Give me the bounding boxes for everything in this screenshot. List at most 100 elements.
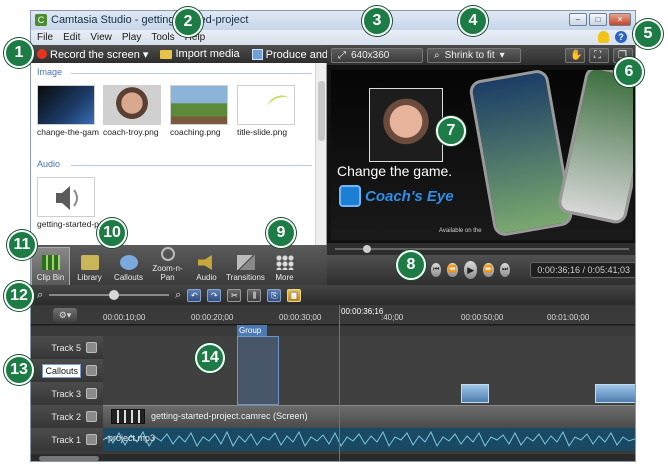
clip-name: change-the-game... [37,127,99,137]
tab-zoom-n-pan[interactable]: Zoom-n-Pan [148,247,187,285]
menu-view[interactable]: View [90,32,112,43]
record-screen-button[interactable]: Record the screen ▾ [31,48,154,61]
track-2: Track 2 getting-started-project.camrec (… [31,405,635,428]
lock-icon[interactable] [86,411,97,422]
import-label: Import media [175,48,240,60]
tab-label: Callouts [114,273,143,282]
group-clip[interactable] [237,336,279,405]
clip-thumbnail [37,85,95,125]
film-strip-icon [111,409,145,424]
scrollbar-thumb[interactable] [39,456,99,461]
preview-scrubber[interactable] [327,243,635,255]
scrub-handle[interactable] [363,245,371,253]
track-body[interactable] [103,359,635,382]
tab-callouts[interactable]: Callouts [109,247,148,285]
dimensions-dropdown[interactable]: ⤢ 640x360 [331,47,423,63]
callout-badge: 7 [436,116,466,146]
lock-icon[interactable] [86,342,97,353]
track-label[interactable]: Track 2 [31,405,103,428]
zoom-in-icon[interactable]: ⌕ [175,289,181,302]
undo-button[interactable]: ↶ [187,288,202,302]
record-icon [37,49,47,59]
timeline-tracks: Track 5 Callouts Track 3 Track 2 getting… [31,325,635,461]
play-button[interactable]: ▶ [463,261,478,279]
import-media-button[interactable]: Import media [154,48,245,60]
zoom-value: Shrink to fit [444,49,495,61]
clip-thumbnail [103,85,161,125]
main-toolbar: Record the screen ▾ Import media Produce… [31,45,367,63]
maximize-button[interactable]: □ [589,13,607,26]
fullscreen-button[interactable]: ⛶ [589,47,609,63]
clip-bin-scrollbar[interactable] [315,63,326,245]
tab-clip-bin[interactable]: Clip Bin [31,247,70,285]
menu-tools[interactable]: Tools [151,32,174,43]
help-icon[interactable]: ? [615,31,627,43]
close-button[interactable]: ✕ [609,13,631,26]
audio-clip[interactable]: -project.mp3 [103,428,635,451]
playhead[interactable] [339,305,340,461]
menu-file[interactable]: File [37,32,53,43]
lightbulb-icon[interactable] [598,31,609,43]
track-label-editing[interactable]: Callouts [31,359,103,382]
track-label[interactable]: Track 5 [31,336,103,359]
zoom-dropdown[interactable]: ⌕ Shrink to fit ▾ [427,47,521,63]
tab-more[interactable]: More [265,247,304,285]
lock-icon[interactable] [86,388,97,399]
track-body[interactable] [103,382,635,405]
menu-play[interactable]: Play [122,32,141,43]
cut-button[interactable]: ✂ [227,288,242,302]
split-button[interactable]: ⫼ [247,288,262,302]
tab-audio[interactable]: Audio [187,247,226,285]
camtasia-app-icon: C [35,14,47,26]
zoom-handle[interactable] [109,290,120,300]
tab-label: Library [77,273,102,282]
track-body[interactable] [103,336,635,359]
gear-icon[interactable]: ⚙▾ [53,308,77,322]
fast-forward-button[interactable]: ⏩ [483,263,494,277]
track-body[interactable]: getting-started-project.camrec (Screen) [103,405,635,428]
screen-recording-clip[interactable]: getting-started-project.camrec (Screen) [103,405,635,428]
lock-icon[interactable] [86,434,97,445]
previous-clip-button[interactable]: ⏮ [431,263,442,277]
section-divider [71,165,312,166]
video-canvas[interactable]: Change the game. Coach's Eye Available o… [331,70,633,240]
tab-label: More [275,273,294,282]
dimensions-value: 640x360 [351,49,390,61]
menu-edit[interactable]: Edit [63,32,80,43]
tab-label: Audio [196,273,217,282]
zoom-out-icon[interactable]: ⌕ [37,289,43,302]
copy-button[interactable]: ⎘ [267,288,282,302]
next-clip-button[interactable]: ⏭ [499,263,511,277]
tab-library[interactable]: Library [70,247,109,285]
clip-coaching[interactable]: coaching.png [170,85,232,137]
rewind-button[interactable]: ⏪ [447,263,458,277]
tab-transitions[interactable]: Transitions [226,247,265,285]
minimize-button[interactable]: – [569,13,587,26]
redo-button[interactable]: ↷ [207,288,222,302]
track-body[interactable]: -project.mp3 [103,428,635,451]
scrollbar-thumb[interactable] [318,81,325,141]
track-label[interactable]: Track 1 [31,428,103,451]
clip-name: title-slide.png [237,127,288,137]
paste-button[interactable]: 📋 [287,288,302,302]
media-clip[interactable] [461,384,489,403]
clip-getting-started-audio[interactable]: getting-started-pr... [37,177,99,229]
timeline-scrollbar[interactable] [31,454,635,461]
group-header[interactable]: Group [237,325,268,336]
track-label[interactable]: Track 3 [31,382,103,405]
store-badge-text: Available on the [439,228,482,234]
pan-tool-button[interactable]: ✋ [565,47,585,63]
callout-badge: 9 [266,218,296,248]
clip-thumbnail [37,177,95,217]
clip-title-slide[interactable]: title-slide.png [237,85,299,137]
media-clip[interactable] [595,384,635,403]
lock-icon[interactable] [86,365,97,376]
timeline-zoom-slider[interactable] [49,290,170,300]
timeline-ruler[interactable]: ⚙▾ 00:00:10;00 00:00:20;00 00:00:30;00 :… [31,305,635,325]
clip-change-the-game[interactable]: change-the-game... [37,85,99,137]
search-icon: ⌕ [434,49,440,61]
timeline-toolbar: ⌕ ⌕ ↶ ↷ ✂ ⫼ ⎘ 📋 [31,285,635,305]
clip-coach-troy[interactable]: coach-troy.png [103,85,165,137]
coach-photo[interactable] [369,88,443,162]
track-5: Track 5 [31,336,635,359]
